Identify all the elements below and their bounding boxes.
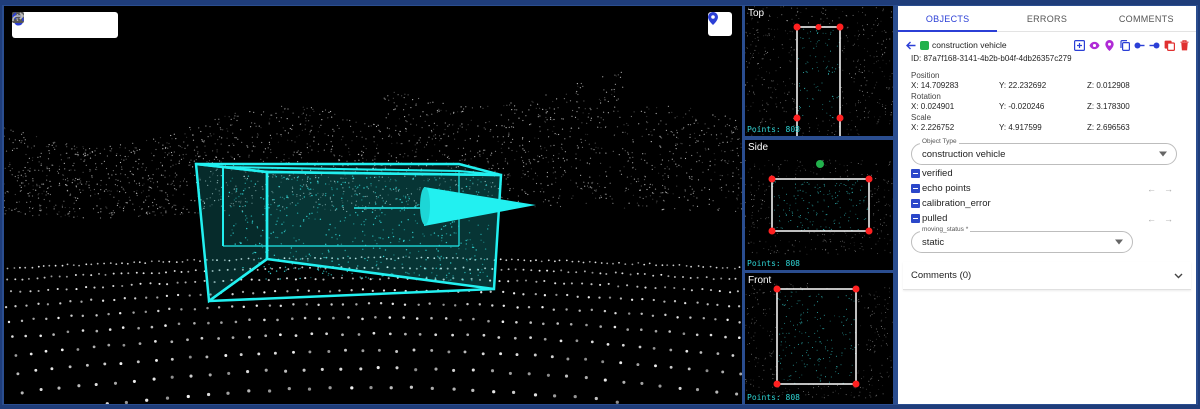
- comments-accordion[interactable]: Comments (0): [903, 262, 1191, 290]
- front-view-box[interactable]: [745, 273, 893, 404]
- position-values: X: 14.709283 Y: 22.232692 Z: 0.012908: [898, 81, 1196, 90]
- rotation-values: X: 0.024901 Y: -0.020246 Z: 3.178300: [898, 102, 1196, 111]
- moving-status-value: static: [922, 236, 945, 248]
- chevron-down-icon: [1159, 151, 1167, 157]
- propagate-back-icon[interactable]: [1149, 40, 1160, 51]
- top-view[interactable]: Top Points: 808: [745, 6, 893, 136]
- checkbox-calibration-error[interactable]: calibration_error: [911, 198, 1183, 209]
- checkbox-icon[interactable]: [911, 199, 920, 208]
- rotation-z[interactable]: Z: 3.178300: [1087, 102, 1130, 111]
- object-label: construction vehicle: [932, 40, 1007, 50]
- paste-icon[interactable]: [1164, 40, 1175, 51]
- position-x[interactable]: X: 14.709283: [911, 81, 999, 90]
- checkbox-label: calibration_error: [922, 198, 991, 209]
- checkbox-label: pulled: [922, 213, 948, 224]
- object-type-value: construction vehicle: [922, 148, 1006, 160]
- object-actions: [1074, 39, 1196, 51]
- side-view-points-count: Points: 808: [747, 259, 800, 268]
- moving-status-legend: moving_status *: [920, 226, 971, 233]
- side-view-title: Side: [748, 142, 769, 153]
- position-z[interactable]: Z: 0.012908: [1087, 81, 1130, 90]
- arrow-left-icon[interactable]: ←: [1147, 184, 1156, 194]
- checkbox-label: echo points: [922, 183, 971, 194]
- checkbox-icon[interactable]: [911, 184, 920, 193]
- undo-icon[interactable]: [12, 12, 94, 35]
- properties-panel: OBJECTS ERRORS COMMENTS construction veh…: [898, 6, 1196, 404]
- location-pin-icon[interactable]: [708, 12, 732, 36]
- object-type-legend: Object Type: [920, 138, 959, 145]
- redo-icon[interactable]: [12, 12, 114, 35]
- tab-comments[interactable]: COMMENTS: [1097, 6, 1196, 31]
- back-arrow-icon[interactable]: [906, 41, 916, 50]
- pin-icon[interactable]: [1104, 39, 1115, 51]
- chevron-down-icon: [1174, 273, 1183, 278]
- checkbox-verified[interactable]: verified: [911, 168, 1183, 179]
- chevron-down-icon: [1115, 239, 1123, 245]
- arrow-right-icon[interactable]: →: [1164, 214, 1173, 224]
- front-view-title: Front: [748, 275, 772, 286]
- rotation-y[interactable]: Y: -0.020246: [999, 102, 1087, 111]
- scale-x[interactable]: X: 2.226752: [911, 123, 999, 132]
- scale-values: X: 2.226752 Y: 4.917599 Z: 2.696563: [898, 123, 1196, 132]
- rotation-label: Rotation: [911, 92, 941, 101]
- moving-status-select[interactable]: moving_status * static: [911, 226, 1133, 253]
- object-id: ID: 87a7f168-3141-4b2b-b04f-4db26357c279: [911, 54, 1072, 63]
- rotation-x[interactable]: X: 0.024901: [911, 102, 999, 111]
- bounding-box-3d[interactable]: [4, 6, 742, 404]
- checkbox-pulled[interactable]: pulled ← →: [911, 213, 1183, 224]
- add-frame-icon[interactable]: [12, 12, 73, 35]
- rotation-handle[interactable]: [816, 160, 824, 168]
- copy-icon[interactable]: [1119, 39, 1130, 51]
- delete-icon[interactable]: [1179, 39, 1190, 51]
- side-view-box[interactable]: [745, 140, 893, 270]
- position-y[interactable]: Y: 22.232692: [999, 81, 1087, 90]
- scale-label: Scale: [911, 113, 932, 122]
- panel-tabs: OBJECTS ERRORS COMMENTS: [898, 6, 1196, 32]
- object-header: construction vehicle: [898, 37, 1196, 53]
- front-view[interactable]: Front Points: 808: [745, 273, 893, 404]
- top-view-title: Top: [748, 8, 765, 19]
- top-view-points-count: Points: 808: [747, 125, 800, 134]
- propagate-forward-icon[interactable]: [1134, 40, 1145, 51]
- arrow-right-icon[interactable]: →: [1164, 184, 1173, 194]
- checkbox-icon[interactable]: [911, 214, 920, 223]
- tab-objects[interactable]: OBJECTS: [898, 6, 998, 32]
- add-icon[interactable]: [1074, 39, 1085, 51]
- scale-z[interactable]: Z: 2.696563: [1087, 123, 1130, 132]
- scale-y[interactable]: Y: 4.917599: [999, 123, 1087, 132]
- checkbox-echo-points[interactable]: echo points ← →: [911, 183, 1183, 194]
- box-left-face: [194, 162, 269, 304]
- view-toolbar: [12, 12, 118, 38]
- object-color-swatch: [920, 40, 929, 50]
- eye-icon[interactable]: [1089, 40, 1100, 51]
- 3d-viewport[interactable]: [4, 6, 742, 404]
- front-view-points-count: Points: 808: [747, 393, 800, 402]
- comments-label: Comments (0): [911, 270, 972, 281]
- tab-errors[interactable]: ERRORS: [997, 6, 1096, 31]
- checkbox-icon[interactable]: [911, 169, 920, 178]
- position-label: Position: [911, 71, 940, 80]
- checkbox-label: verified: [922, 168, 953, 179]
- box-front-face: [265, 170, 503, 291]
- add-box-icon[interactable]: [12, 12, 53, 35]
- arrow-left-icon[interactable]: ←: [1147, 214, 1156, 224]
- side-view[interactable]: Side Points: 808: [745, 140, 893, 270]
- top-view-box[interactable]: [745, 6, 893, 136]
- object-type-select[interactable]: Object Type construction vehicle: [911, 138, 1177, 165]
